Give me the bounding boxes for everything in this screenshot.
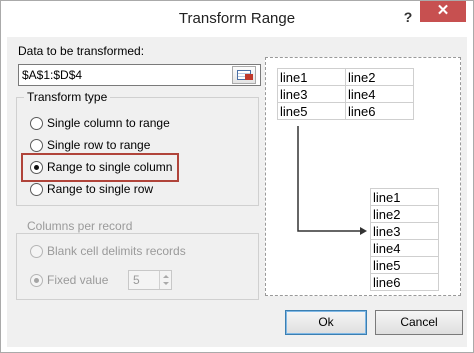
radio-range-to-single-row[interactable] — [30, 183, 43, 196]
table-row: line2 — [370, 205, 439, 223]
dialog-body: Data to be transformed: $A$1:$D$4 Transf… — [7, 37, 467, 347]
preview-cell: line5 — [370, 256, 439, 274]
spin-down-icon[interactable] — [163, 282, 169, 285]
source-range-value: $A$1:$D$4 — [22, 68, 83, 82]
source-range-input[interactable]: $A$1:$D$4 — [18, 64, 261, 86]
spin-up-icon[interactable] — [163, 275, 169, 278]
table-row: line6 — [370, 273, 439, 291]
cancel-button[interactable]: Cancel — [375, 310, 463, 335]
preview-cell: line2 — [370, 205, 439, 223]
option-label-range-to-single-row[interactable]: Range to single row — [47, 182, 153, 196]
fixed-value-spinner[interactable]: 5 — [128, 270, 172, 290]
table-row: line1 — [370, 188, 439, 206]
transform-type-legend: Transform type — [24, 90, 111, 104]
source-range-label: Data to be transformed: — [18, 44, 145, 58]
option-label-range-to-single-column[interactable]: Range to single column — [47, 160, 172, 174]
option-label-single-column-to-range[interactable]: Single column to range — [47, 116, 170, 130]
radio-single-column-to-range[interactable] — [30, 117, 43, 130]
option-label-single-row-to-range[interactable]: Single row to range — [47, 138, 150, 152]
radio-single-row-to-range[interactable] — [30, 139, 43, 152]
radio-range-to-single-column[interactable] — [30, 161, 43, 174]
preview-cell: line3 — [370, 222, 439, 240]
fixed-value-label[interactable]: Fixed value — [47, 273, 108, 287]
table-row: line5 — [370, 256, 439, 274]
title-bar: Transform Range ? ✕ — [1, 1, 473, 37]
transform-range-dialog: Transform Range ? ✕ Data to be transform… — [0, 0, 474, 353]
result-column-preview: line1 line2 line3 line4 line5 line6 — [370, 188, 439, 291]
fixed-value-number: 5 — [133, 273, 140, 287]
spinner-arrows[interactable] — [159, 271, 171, 289]
blank-cell-delimits-label[interactable]: Blank cell delimits records — [47, 244, 186, 258]
table-row: line4 — [370, 239, 439, 257]
radio-blank-cell-delimits[interactable] — [30, 245, 43, 258]
preview-cell: line6 — [370, 273, 439, 291]
columns-per-record-legend: Columns per record — [24, 219, 136, 233]
table-row: line3 — [370, 222, 439, 240]
preview-cell: line1 — [370, 188, 439, 206]
preview-panel: line1 line2 line3 line4 line5 line6 line… — [265, 57, 461, 296]
ok-button[interactable]: Ok — [285, 310, 367, 335]
preview-cell: line4 — [370, 239, 439, 257]
help-button[interactable]: ? — [398, 7, 418, 27]
radio-fixed-value[interactable] — [30, 274, 43, 287]
range-select-icon[interactable] — [232, 66, 256, 84]
close-button[interactable]: ✕ — [420, 1, 466, 22]
